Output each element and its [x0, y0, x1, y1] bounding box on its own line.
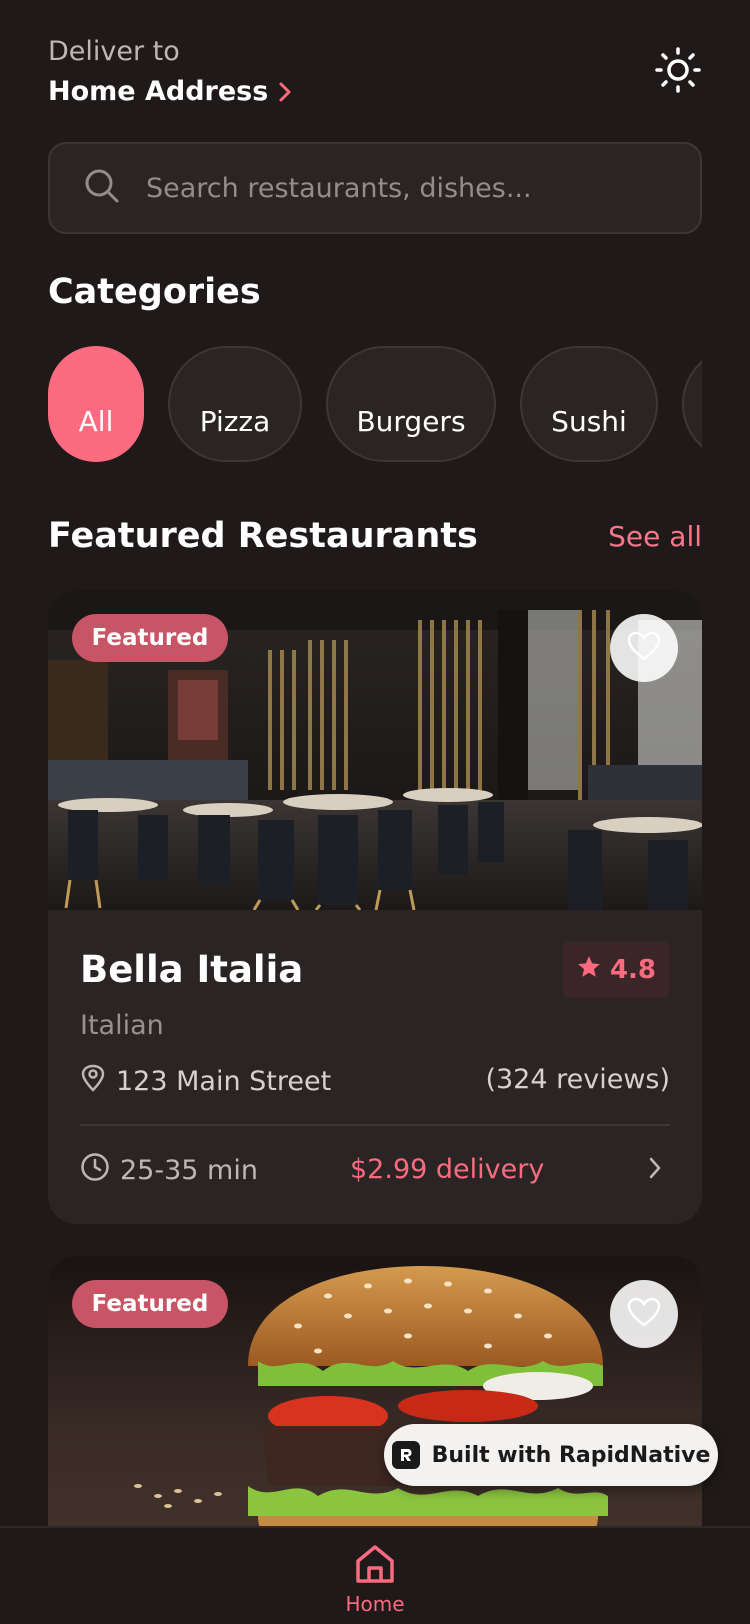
- tab-home-label: Home: [345, 1592, 405, 1616]
- restaurant-address: 123 Main Street: [80, 1064, 331, 1099]
- category-chip-pizza[interactable]: Pizza: [168, 346, 302, 462]
- search-input[interactable]: [146, 172, 666, 204]
- star-icon: [576, 954, 602, 987]
- chevron-right-icon[interactable]: [648, 1156, 662, 1184]
- heart-icon: [627, 631, 661, 665]
- review-count: (324 reviews): [485, 1064, 670, 1095]
- restaurant-card[interactable]: Featured Bella Italia 4.8 Italian 123 Ma…: [48, 590, 702, 1224]
- divider: [80, 1124, 670, 1126]
- see-all-link[interactable]: See all: [608, 520, 702, 553]
- address-text: Home Address: [48, 76, 269, 107]
- featured-title: Featured Restaurants: [48, 516, 478, 556]
- category-chip-sushi[interactable]: Sushi: [520, 346, 658, 462]
- theme-toggle-button[interactable]: [654, 47, 702, 97]
- rapidnative-logo-icon: [391, 1441, 420, 1469]
- favorite-button[interactable]: [610, 614, 678, 682]
- delivery-fee: $2.99 delivery: [350, 1154, 545, 1185]
- restaurant-image: Featured: [48, 590, 702, 910]
- search-icon: [84, 168, 120, 208]
- header: Deliver to Home Address: [48, 34, 702, 114]
- address-value: 123 Main Street: [116, 1066, 332, 1097]
- location-pin-icon: [80, 1064, 106, 1099]
- category-chip-burgers[interactable]: Burgers: [326, 346, 496, 462]
- category-chip-more[interactable]: [682, 346, 702, 462]
- delivery-time: 25-35 min: [80, 1152, 258, 1189]
- built-with-label: Built with RapidNative: [431, 1442, 711, 1468]
- category-chip-all[interactable]: All: [48, 346, 144, 462]
- search-bar[interactable]: [48, 142, 702, 234]
- favorite-button[interactable]: [610, 1280, 678, 1348]
- restaurant-name: Bella Italia: [80, 948, 304, 991]
- categories-title: Categories: [48, 272, 261, 312]
- clock-icon: [80, 1152, 110, 1189]
- category-chips: All Pizza Burgers Sushi: [48, 346, 702, 462]
- deliver-to-label: Deliver to: [48, 36, 180, 67]
- rating-value: 4.8: [609, 955, 657, 985]
- tab-home[interactable]: Home: [345, 1542, 405, 1616]
- address-selector[interactable]: Home Address: [48, 74, 702, 110]
- featured-badge: Featured: [72, 1280, 228, 1328]
- chevron-right-icon: [278, 81, 292, 103]
- tab-bar: Home: [0, 1526, 750, 1624]
- delivery-time-value: 25-35 min: [120, 1155, 258, 1186]
- featured-badge: Featured: [72, 614, 228, 662]
- rating-badge: 4.8: [562, 942, 670, 998]
- home-icon: [353, 1542, 397, 1590]
- built-with-badge[interactable]: Built with RapidNative: [384, 1424, 718, 1486]
- heart-icon: [627, 1297, 661, 1331]
- cuisine-label: Italian: [80, 1010, 164, 1041]
- sun-icon: [655, 47, 701, 97]
